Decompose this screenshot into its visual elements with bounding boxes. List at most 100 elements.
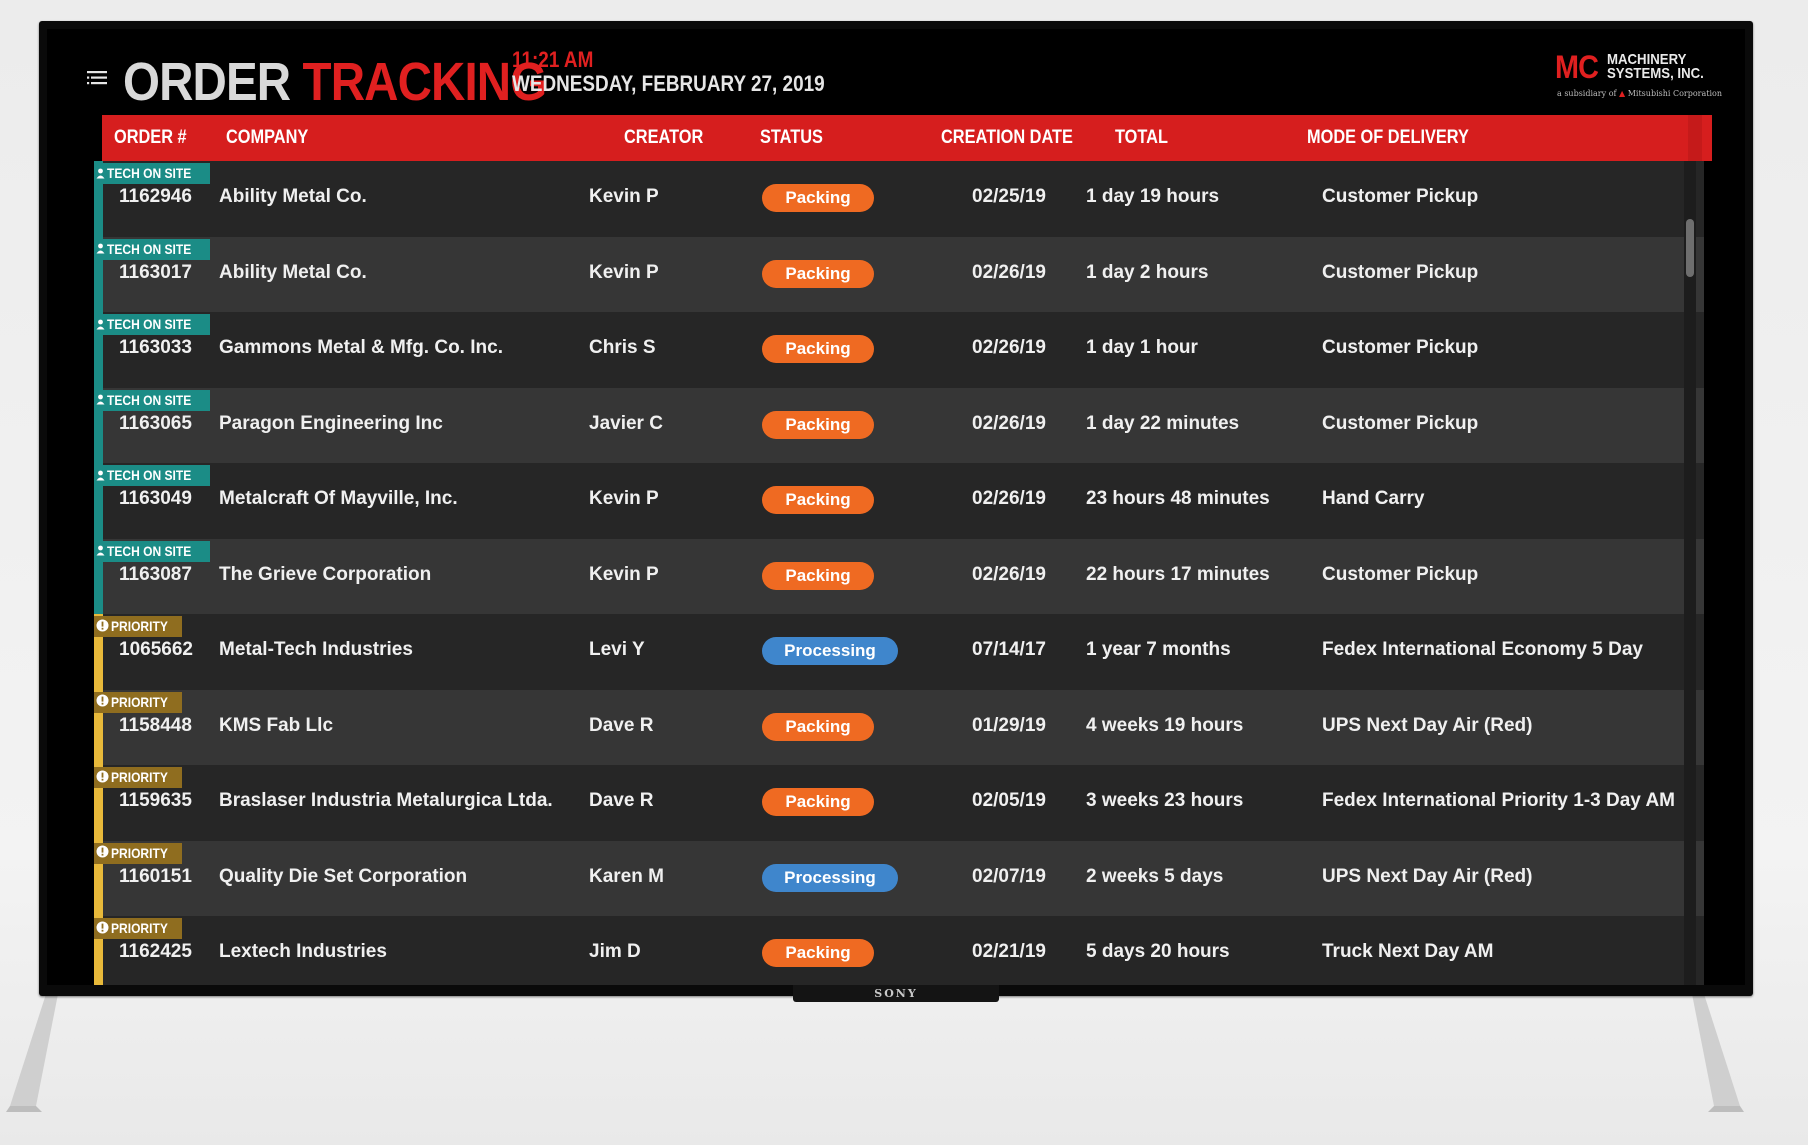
company-name: KMS Fab Llc: [219, 714, 334, 736]
table-row[interactable]: PRIORITY 1158448 KMS Fab Llc Dave R Packing 0…: [94, 689, 1704, 765]
priority-alert-icon: [96, 768, 109, 789]
status-badge: Packing: [762, 561, 874, 590]
tech-on-site-badge: TECH ON SITE: [94, 465, 211, 487]
creation-date: 02/26/19: [972, 412, 1046, 434]
creation-date: 02/26/19: [972, 337, 1046, 358]
tech-on-site-badge: TECH ON SITE: [94, 238, 211, 260]
badge-label: TECH ON SITE: [107, 165, 192, 181]
order-number[interactable]: 1163017: [119, 262, 192, 284]
badge-label: PRIORITY: [111, 844, 168, 861]
creator-name: Kevin P: [589, 563, 659, 585]
priority-badge: PRIORITY: [94, 918, 183, 939]
tv-brand-label: SONY: [793, 985, 999, 1002]
column-header-delivery[interactable]: MODE OF DELIVERY: [1307, 115, 1469, 161]
delivery-mode: UPS Next Day Air (Red): [1322, 714, 1533, 736]
tech-on-site-badge: TECH ON SITE: [94, 163, 211, 185]
total-time: 1 day 22 minutes: [1086, 412, 1240, 434]
status-badge: Packing: [762, 410, 874, 439]
status-badge: Packing: [762, 335, 874, 363]
table-row[interactable]: TECH ON SITE 1163049 Metalcraft Of Mayvill…: [94, 463, 1704, 539]
order-number[interactable]: 1162946: [119, 186, 192, 208]
total-time: 1 day 2 hours: [1086, 261, 1209, 283]
table-row[interactable]: TECH ON SITE 1162946 Ability Metal Co. Kevi…: [94, 161, 1704, 237]
table-row[interactable]: TECH ON SITE 1163017 Ability Metal Co. Kevi…: [94, 236, 1704, 312]
company-name: Ability Metal Co.: [219, 186, 367, 207]
badge-label: PRIORITY: [111, 618, 168, 634]
total-time: 3 weeks 23 hours: [1086, 790, 1244, 811]
order-number[interactable]: 1160151: [119, 866, 192, 888]
logo-subsidiary-prefix: a subsidiary of: [1557, 89, 1617, 98]
priority-badge: PRIORITY: [94, 691, 183, 713]
total-time: 4 weeks 19 hours: [1086, 714, 1244, 736]
badge-label: PRIORITY: [111, 769, 168, 785]
scrollbar-track[interactable]: [1684, 161, 1696, 985]
order-number[interactable]: 1158448: [119, 715, 192, 737]
creation-date: 02/26/19: [972, 563, 1046, 585]
priority-badge: PRIORITY: [94, 842, 183, 864]
creator-name: Jim D: [589, 941, 641, 962]
badge-label: PRIORITY: [111, 920, 168, 936]
order-number[interactable]: 1163049: [119, 488, 192, 510]
order-number[interactable]: 1065662: [119, 639, 193, 661]
table-row[interactable]: TECH ON SITE 1163033 Gammons Metal & Mfg. …: [94, 312, 1704, 388]
total-time: 5 days 20 hours: [1086, 941, 1230, 962]
current-time: 11:21 AM: [512, 47, 594, 72]
technician-icon: [96, 164, 105, 185]
company-name: Metal-Tech Industries: [219, 639, 413, 660]
badge-label: PRIORITY: [111, 693, 168, 710]
creator-name: Dave R: [589, 790, 654, 811]
status-badge: Processing: [762, 863, 898, 892]
status-badge: Processing: [762, 637, 898, 665]
company-name: Paragon Engineering Inc: [219, 412, 443, 434]
logo-subsidiary: a subsidiary of ▲ Mitsubishi Corporation: [1557, 89, 1722, 98]
order-number[interactable]: 1163033: [119, 337, 192, 359]
status-badge: Packing: [762, 712, 874, 741]
status-badge: Packing: [762, 486, 874, 514]
tv-stand-right-leg: [1690, 994, 1744, 1116]
table-row[interactable]: PRIORITY 1065662 Metal-Tech Industries Levi…: [94, 614, 1704, 690]
creation-date: 02/07/19: [972, 865, 1046, 887]
tech-on-site-badge: TECH ON SITE: [94, 389, 211, 411]
mitsubishi-icon: ▲: [1619, 89, 1626, 98]
tv-stand-left-leg: [6, 994, 60, 1116]
table-row[interactable]: PRIORITY 1162425 Lextech Industries Jim D Pa…: [94, 916, 1704, 985]
page-title: ORDER TRACKING: [123, 51, 547, 113]
column-header-creator[interactable]: CREATOR: [624, 115, 703, 161]
delivery-mode: Customer Pickup: [1322, 337, 1479, 358]
scrollbar-thumb[interactable]: [1686, 219, 1694, 277]
column-header-total[interactable]: TOTAL: [1115, 115, 1168, 161]
company-name: Metalcraft Of Mayville, Inc.: [219, 488, 458, 509]
status-badge: Packing: [762, 788, 874, 816]
column-header-order[interactable]: ORDER #: [114, 115, 187, 161]
company-name: Braslaser Industria Metalurgica Ltda.: [219, 790, 553, 811]
table-row[interactable]: TECH ON SITE 1163087 The Grieve Corporatio…: [94, 538, 1704, 614]
order-number[interactable]: 1159635: [119, 790, 192, 812]
technician-icon: [96, 390, 105, 411]
total-time: 1 day 19 hours: [1086, 186, 1220, 207]
table-row[interactable]: PRIORITY 1159635 Braslaser Industria Metal…: [94, 765, 1704, 841]
creation-date: 02/26/19: [972, 261, 1046, 283]
table-row[interactable]: TECH ON SITE 1163065 Paragon Engineering I…: [94, 387, 1704, 463]
delivery-mode: Truck Next Day AM: [1322, 941, 1494, 962]
header-scrollbar-cap: [1688, 115, 1702, 161]
tech-on-site-badge: TECH ON SITE: [94, 314, 211, 335]
creation-date: 02/26/19: [972, 488, 1046, 509]
logo-name: MACHINERY SYSTEMS, INC.: [1607, 52, 1704, 82]
order-number[interactable]: 1163087: [119, 564, 192, 586]
dashboard-screen: ORDER TRACKING 11:21 AM WEDNESDAY, FEBRU…: [47, 29, 1745, 985]
logo-line2: SYSTEMS, INC.: [1607, 65, 1704, 82]
table-row[interactable]: PRIORITY 1160151 Quality Die Set Corporati…: [94, 840, 1704, 916]
total-time: 2 weeks 5 days: [1086, 865, 1224, 887]
company-logo: MC MACHINERY SYSTEMS, INC. a subsidiary …: [1555, 49, 1722, 101]
total-time: 22 hours 17 minutes: [1086, 563, 1270, 585]
technician-icon: [96, 466, 105, 487]
column-header-company[interactable]: COMPANY: [226, 115, 308, 161]
delivery-mode: Customer Pickup: [1322, 412, 1479, 434]
order-number[interactable]: 1162425: [119, 941, 192, 963]
menu-icon[interactable]: [87, 69, 111, 87]
column-header-creation-date[interactable]: CREATION DATE: [941, 115, 1073, 161]
column-header-status[interactable]: STATUS: [760, 115, 823, 161]
current-date: WEDNESDAY, FEBRUARY 27, 2019: [512, 71, 825, 96]
order-number[interactable]: 1163065: [119, 413, 192, 435]
tv-frame: ORDER TRACKING 11:21 AM WEDNESDAY, FEBRU…: [39, 21, 1753, 996]
